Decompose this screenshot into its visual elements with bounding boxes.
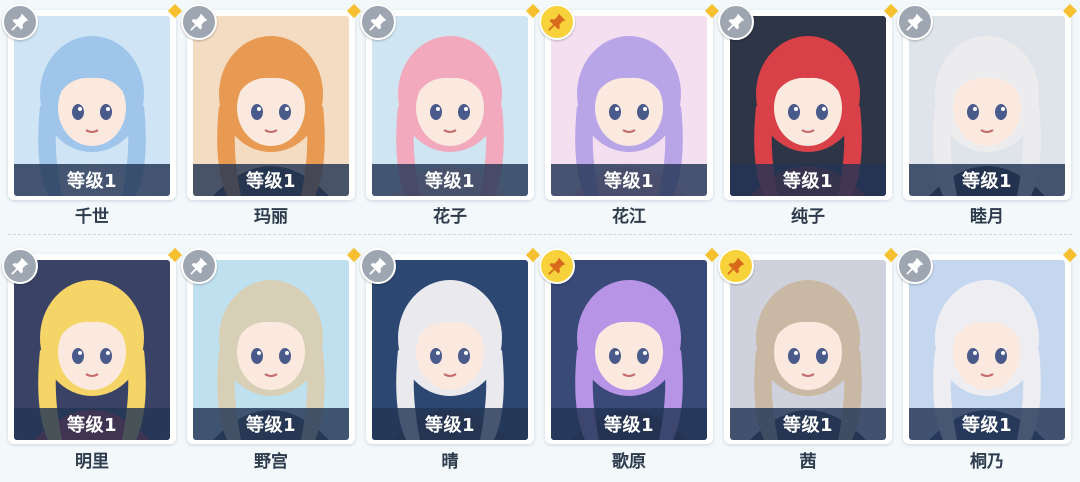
corner-diamond-icon [883,3,899,19]
character-portrait: 等级1 [909,16,1065,196]
character-name: 明里 [75,452,109,472]
pin-icon[interactable] [897,4,933,40]
corner-diamond-icon [704,3,720,19]
character-card[interactable]: 等级1 [360,3,541,200]
corner-diamond-icon [167,3,183,19]
character-card[interactable]: 等级1 [360,247,541,444]
character-card[interactable]: 等级1 [181,3,362,200]
character-card[interactable]: 等级1 [539,3,720,200]
character-portrait: 等级1 [730,260,886,440]
pin-icon[interactable] [360,4,396,40]
level-label: 等级1 [193,164,349,196]
pin-icon[interactable] [2,4,38,40]
corner-diamond-icon [346,3,362,19]
character-name: 歌原 [612,452,646,472]
character-portrait: 等级1 [14,260,170,440]
character-card[interactable]: 等级1 [2,3,183,200]
character-portrait: 等级1 [730,16,886,196]
character-portrait: 等级1 [193,16,349,196]
level-label: 等级1 [909,408,1065,440]
character-name: 千世 [75,207,109,227]
character-card[interactable]: 等级1 [181,247,362,444]
corner-diamond-icon [883,247,899,263]
pin-icon[interactable] [181,248,217,284]
character-card[interactable]: 等级1 [718,247,899,444]
character-card[interactable]: 等级1 [897,247,1078,444]
character-name: 野宫 [254,452,288,472]
level-label: 等级1 [193,408,349,440]
pin-active-icon[interactable] [718,248,754,284]
character-name: 晴 [441,452,459,472]
level-label: 等级1 [372,408,528,440]
character-name: 茜 [799,452,817,472]
character-portrait: 等级1 [909,260,1065,440]
level-label: 等级1 [551,408,707,440]
corner-diamond-icon [1062,247,1078,263]
pin-icon[interactable] [2,248,38,284]
character-card[interactable]: 等级1 [897,3,1078,200]
pin-icon[interactable] [897,248,933,284]
corner-diamond-icon [704,247,720,263]
row-divider [8,234,1072,235]
character-portrait: 等级1 [551,260,707,440]
corner-diamond-icon [1062,3,1078,19]
pin-icon[interactable] [718,4,754,40]
character-name: 玛丽 [254,207,288,227]
character-name: 纯子 [791,207,825,227]
character-name: 睦月 [970,207,1004,227]
character-portrait: 等级1 [14,16,170,196]
character-grid: 等级1 千世 等级1 玛丽 等级1 花子 等级1 花江 等级1 纯子 等级1 睦月 等级1 明里 等级1 野宫… [0,0,1080,482]
character-card[interactable]: 等级1 [2,247,183,444]
corner-diamond-icon [167,247,183,263]
corner-diamond-icon [525,3,541,19]
character-card[interactable]: 等级1 [539,247,720,444]
level-label: 等级1 [14,408,170,440]
character-portrait: 等级1 [193,260,349,440]
level-label: 等级1 [909,164,1065,196]
level-label: 等级1 [551,164,707,196]
character-portrait: 等级1 [551,16,707,196]
character-portrait: 等级1 [372,260,528,440]
character-name: 花子 [433,207,467,227]
character-card[interactable]: 等级1 [718,3,899,200]
corner-diamond-icon [346,247,362,263]
pin-active-icon[interactable] [539,4,575,40]
pin-icon[interactable] [181,4,217,40]
level-label: 等级1 [730,164,886,196]
corner-diamond-icon [525,247,541,263]
level-label: 等级1 [14,164,170,196]
pin-icon[interactable] [360,248,396,284]
level-label: 等级1 [730,408,886,440]
pin-active-icon[interactable] [539,248,575,284]
character-portrait: 等级1 [372,16,528,196]
character-name: 桐乃 [970,452,1004,472]
level-label: 等级1 [372,164,528,196]
character-name: 花江 [612,207,646,227]
